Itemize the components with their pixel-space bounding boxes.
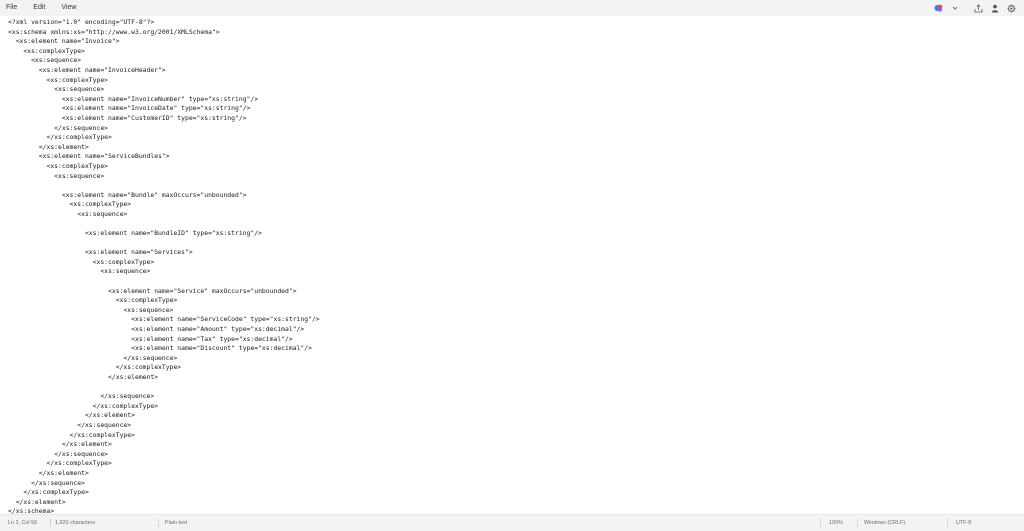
code-line[interactable]: <xs:complexType>	[8, 258, 1024, 268]
code-line[interactable]: </xs:element>	[8, 440, 1024, 450]
text-editor[interactable]: <?xml version="1.0" encoding="UTF-8"?> <x…	[0, 16, 1024, 514]
code-line[interactable]: <xs:element name="InvoiceHeader">	[8, 66, 1024, 76]
code-line[interactable]: </xs:sequence>	[8, 479, 1024, 489]
code-line[interactable]: <xs:element name="CustomerID" type="xs:s…	[8, 114, 1024, 124]
code-line[interactable]: <xs:sequence>	[8, 267, 1024, 277]
code-line[interactable]: <xs:complexType>	[8, 47, 1024, 57]
code-line[interactable]: <xs:sequence>	[8, 56, 1024, 66]
code-line[interactable]: <xs:complexType>	[8, 200, 1024, 210]
code-line[interactable]: </xs:sequence>	[8, 421, 1024, 431]
code-line[interactable]	[8, 239, 1024, 249]
code-line[interactable]: </xs:sequence>	[8, 354, 1024, 364]
code-line[interactable]: <xs:element name="Services">	[8, 248, 1024, 258]
toolbar-right	[934, 0, 1016, 16]
code-line[interactable]: <xs:element name="InvoiceNumber" type="x…	[8, 95, 1024, 105]
code-line[interactable]: </xs:sequence>	[8, 392, 1024, 402]
code-line[interactable]: <xs:element name="Service" maxOccurs="un…	[8, 287, 1024, 297]
code-line[interactable]: <xs:sequence>	[8, 210, 1024, 220]
code-line[interactable]: </xs:complexType>	[8, 431, 1024, 441]
code-line[interactable]: <xs:element name="ServiceCode" type="xs:…	[8, 315, 1024, 325]
account-icon[interactable]	[991, 4, 999, 13]
code-line[interactable]	[8, 181, 1024, 191]
code-line[interactable]: <xs:complexType>	[8, 76, 1024, 86]
code-line[interactable]: <xs:element name="Discount" type="xs:dec…	[8, 344, 1024, 354]
code-line[interactable]: <xs:schema xmlns:xs="http://www.w3.org/2…	[8, 28, 1024, 38]
character-count: 1,920 characters	[55, 520, 96, 526]
code-line[interactable]: <?xml version="1.0" encoding="UTF-8"?>	[8, 18, 1024, 28]
copilot-icon[interactable]	[934, 4, 944, 12]
line-ending[interactable]: Windows (CRLF)	[864, 515, 905, 531]
code-line[interactable]: </xs:complexType>	[8, 402, 1024, 412]
code-line[interactable]: </xs:element>	[8, 411, 1024, 421]
code-line[interactable]: </xs:complexType>	[8, 459, 1024, 469]
code-line[interactable]: <xs:element name="ServiceBundles">	[8, 152, 1024, 162]
code-line[interactable]: <xs:sequence>	[8, 85, 1024, 95]
code-line[interactable]: <xs:element name="BundleID" type="xs:str…	[8, 229, 1024, 239]
code-line[interactable]	[8, 219, 1024, 229]
code-line[interactable]: </xs:element>	[8, 498, 1024, 508]
code-line[interactable]: </xs:complexType>	[8, 488, 1024, 498]
code-line[interactable]: <xs:element name="Bundle" maxOccurs="unb…	[8, 191, 1024, 201]
code-line[interactable]: <xs:element name="Amount" type="xs:decim…	[8, 325, 1024, 335]
menu-view[interactable]: View	[53, 0, 84, 16]
code-line[interactable]: </xs:complexType>	[8, 133, 1024, 143]
cursor-position: Ln 2, Col 56	[8, 520, 38, 526]
code-line[interactable]: </xs:schema>	[8, 507, 1024, 514]
status-divider	[158, 519, 159, 527]
menu-bar: File Edit View	[0, 0, 1024, 16]
code-line[interactable]	[8, 383, 1024, 393]
code-line[interactable]: </xs:complexType>	[8, 363, 1024, 373]
menu-file[interactable]: File	[0, 0, 25, 16]
menu-edit[interactable]: Edit	[25, 0, 53, 16]
chevron-down-icon[interactable]	[952, 5, 958, 11]
code-line[interactable]: <xs:element name="InvoiceDate" type="xs:…	[8, 104, 1024, 114]
code-line[interactable]: <xs:element name="Tax" type="xs:decimal"…	[8, 335, 1024, 345]
code-line[interactable]: </xs:element>	[8, 143, 1024, 153]
code-line[interactable]: <xs:element name="Invoice">	[8, 37, 1024, 47]
code-line[interactable]: </xs:element>	[8, 373, 1024, 383]
settings-icon[interactable]	[1007, 3, 1016, 13]
code-line[interactable]: <xs:sequence>	[8, 306, 1024, 316]
encoding[interactable]: UTF-8	[956, 515, 971, 531]
share-icon[interactable]	[974, 3, 983, 13]
code-line[interactable]: <xs:complexType>	[8, 162, 1024, 172]
status-bar: Ln 2, Col 56 1,920 characters Plain text…	[0, 514, 1024, 531]
status-divider	[947, 519, 948, 527]
status-divider	[50, 519, 51, 527]
code-line[interactable]	[8, 277, 1024, 287]
zoom-level[interactable]: 100%	[829, 515, 843, 531]
status-divider	[857, 519, 858, 527]
document-text[interactable]: <?xml version="1.0" encoding="UTF-8"?> <x…	[0, 16, 1024, 514]
code-line[interactable]: </xs:element>	[8, 469, 1024, 479]
status-divider	[820, 519, 821, 527]
code-line[interactable]: </xs:sequence>	[8, 124, 1024, 134]
code-line[interactable]: <xs:sequence>	[8, 172, 1024, 182]
code-line[interactable]: <xs:complexType>	[8, 296, 1024, 306]
code-line[interactable]: </xs:sequence>	[8, 450, 1024, 460]
file-format[interactable]: Plain text	[165, 515, 187, 531]
